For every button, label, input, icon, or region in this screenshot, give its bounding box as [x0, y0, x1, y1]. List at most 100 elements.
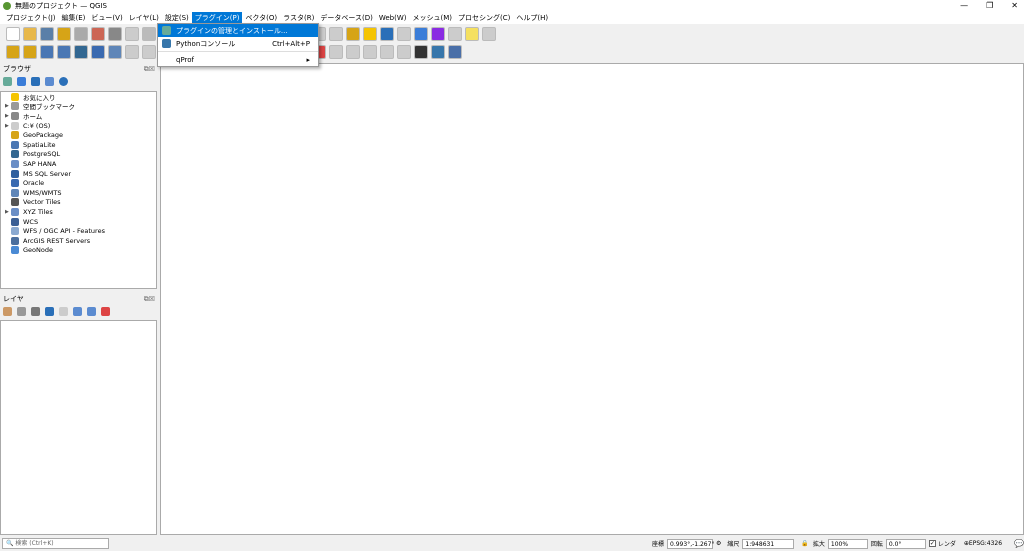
maximize-button[interactable]: ❐ — [986, 1, 993, 10]
collapse-all-icon[interactable] — [45, 77, 54, 86]
layers-panel-title: レイヤ — [3, 295, 24, 303]
browser-item[interactable]: Vector Tiles — [1, 198, 156, 208]
toolbar-icon-19[interactable] — [329, 45, 343, 59]
browser-item-icon — [11, 207, 19, 216]
browser-item[interactable]: PostgreSQL — [1, 150, 156, 160]
toolbar-icon-28[interactable] — [482, 27, 496, 41]
style-icon[interactable] — [3, 307, 12, 316]
browser-item[interactable]: SpatiaLite — [1, 140, 156, 150]
expression-filter-icon[interactable] — [59, 307, 68, 316]
toolbar-icon-24[interactable] — [414, 27, 428, 41]
toolbar-icon-26[interactable] — [448, 27, 462, 41]
toolbar-icon-2[interactable] — [40, 27, 54, 41]
scale-field[interactable]: 1:948631 — [742, 538, 795, 549]
toolbar-icon-0[interactable] — [6, 27, 20, 41]
plugin-menu-item-1[interactable]: Pythonコンソール Ctrl+Alt+P — [158, 37, 318, 50]
remove-layer-icon[interactable] — [101, 307, 110, 316]
collapse-all-icon[interactable] — [87, 307, 96, 316]
browser-item[interactable]: WCS — [1, 217, 156, 227]
browser-item[interactable]: Oracle — [1, 178, 156, 188]
layers-toolbar — [3, 307, 110, 316]
toolbar-icon-6[interactable] — [108, 27, 122, 41]
toolbar-icon-26[interactable] — [448, 45, 462, 59]
toolbar-icon-23[interactable] — [397, 45, 411, 59]
toolbar-icon-7[interactable] — [125, 27, 139, 41]
refresh-icon[interactable] — [17, 77, 26, 86]
toolbar-icon-2[interactable] — [40, 45, 54, 59]
toolbar-icon-3[interactable] — [57, 27, 71, 41]
layers-tree[interactable] — [0, 320, 157, 535]
plugin-menu-item-0[interactable]: プラグインの管理とインストール... — [158, 24, 318, 37]
panel-float-close-buttons[interactable]: ⧉☒ — [144, 65, 155, 74]
menu-8[interactable]: データベース(D) — [317, 12, 376, 24]
browser-item[interactable]: MS SQL Server — [1, 169, 156, 179]
toolbar-icon-20[interactable] — [346, 45, 360, 59]
browser-item[interactable]: ▶ 空間ブックマーク — [1, 102, 156, 111]
browser-item-label: GeoNode — [23, 246, 53, 255]
browser-item[interactable]: WMS/WMTS — [1, 188, 156, 198]
magnifier-field[interactable]: 100% — [827, 538, 868, 549]
menu-11[interactable]: プロセシング(C) — [455, 12, 513, 24]
panel-float-close-buttons[interactable]: ⧉☒ — [144, 295, 155, 304]
filter-icon[interactable] — [31, 77, 40, 86]
menu-1[interactable]: 編集(E) — [59, 12, 89, 24]
toolbar-icon-25[interactable] — [431, 45, 445, 59]
lock-scale-icon[interactable]: 🔒 — [801, 540, 808, 547]
menu-12[interactable]: ヘルプ(H) — [513, 12, 551, 24]
toolbar-icon-22[interactable] — [380, 27, 394, 41]
toolbar-icon-24[interactable] — [414, 45, 428, 59]
browser-item[interactable]: GeoNode — [1, 246, 156, 256]
minimize-button[interactable]: — — [960, 1, 968, 10]
visibility-icon[interactable] — [31, 307, 40, 316]
add-group-icon[interactable] — [17, 307, 26, 316]
locator-search-input[interactable]: 🔍 検索 (Ctrl+K) — [2, 538, 109, 549]
toolbar-icon-0[interactable] — [6, 45, 20, 59]
toolbar-icon-25[interactable] — [431, 27, 445, 41]
browser-item[interactable]: ▶ ホーム — [1, 111, 156, 121]
toolbar-icon-22[interactable] — [380, 45, 394, 59]
browser-item[interactable]: ▶ C:¥ (OS) — [1, 121, 156, 131]
toolbar-icon-23[interactable] — [397, 27, 411, 41]
toolbar-icon-1[interactable] — [23, 45, 37, 59]
browser-item[interactable]: WFS / OGC API - Features — [1, 226, 156, 236]
browser-item[interactable]: SAP HANA — [1, 159, 156, 169]
coordinate-field[interactable]: 0.993°,-1.267° — [667, 538, 714, 549]
toolbar-icon-8[interactable] — [142, 45, 156, 59]
plugin-menu-item-2[interactable]: qProf ▸ — [158, 53, 318, 66]
rotation-field[interactable]: 0.0° — [885, 538, 926, 549]
toolbar-icon-6[interactable] — [108, 45, 122, 59]
menu-2[interactable]: ビュー(V) — [88, 12, 125, 24]
messages-icon[interactable]: 💬 — [1014, 539, 1024, 548]
info-icon[interactable] — [59, 77, 68, 86]
crs-button[interactable]: ⊕EPSG:4326 — [964, 540, 1002, 547]
toolbar-icon-21[interactable] — [363, 27, 377, 41]
menu-9[interactable]: Web(W) — [376, 12, 410, 24]
layers-panel-header: レイヤ ⧉☒ — [0, 293, 158, 305]
toolbar-icon-1[interactable] — [23, 27, 37, 41]
toolbar-icon-20[interactable] — [346, 27, 360, 41]
toolbar-icon-4[interactable] — [74, 45, 88, 59]
browser-item-label: Oracle — [23, 179, 45, 188]
toolbar-icon-3[interactable] — [57, 45, 71, 59]
toolbar-icon-5[interactable] — [91, 27, 105, 41]
render-checkbox[interactable]: ✓ — [928, 540, 936, 547]
close-button[interactable]: ✕ — [1011, 1, 1018, 10]
toolbar-icon-7[interactable] — [125, 45, 139, 59]
expand-all-icon[interactable] — [73, 307, 82, 316]
toggle-extents-icon[interactable]: ⚙ — [716, 540, 721, 547]
toolbar-icon-4[interactable] — [74, 27, 88, 41]
add-selected-icon[interactable] — [3, 77, 12, 86]
map-canvas[interactable] — [160, 63, 1024, 535]
browser-item[interactable]: GeoPackage — [1, 130, 156, 140]
browser-item[interactable]: お気に入り — [1, 92, 156, 102]
menu-0[interactable]: プロジェクト(J) — [3, 12, 59, 24]
menu-10[interactable]: メッシュ(M) — [410, 12, 456, 24]
toolbar-icon-19[interactable] — [329, 27, 343, 41]
filter-legend-icon[interactable] — [45, 307, 54, 316]
toolbar-icon-21[interactable] — [363, 45, 377, 59]
toolbar-icon-8[interactable] — [142, 27, 156, 41]
browser-item[interactable]: ▶ XYZ Tiles — [1, 207, 156, 217]
toolbar-icon-5[interactable] — [91, 45, 105, 59]
toolbar-icon-27[interactable] — [465, 27, 479, 41]
browser-item[interactable]: ArcGIS REST Servers — [1, 236, 156, 246]
